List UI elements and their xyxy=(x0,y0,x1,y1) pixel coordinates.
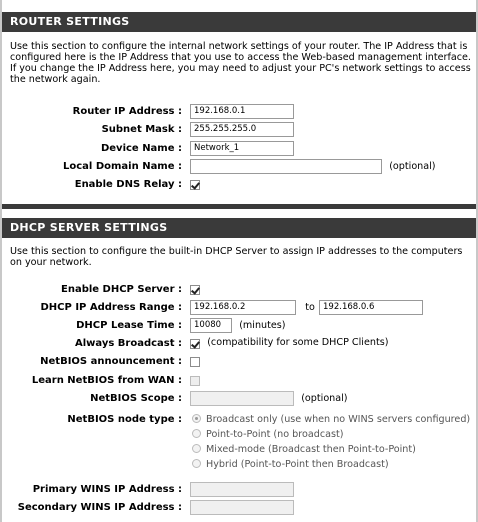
local-domain-input[interactable] xyxy=(190,159,382,174)
router-ip-row: Router IP Address : 192.168.0.1 xyxy=(0,103,478,120)
node-type-option-label: Hybrid (Point-to-Point then Broadcast) xyxy=(206,459,389,470)
lease-time-row: DHCP Lease Time : 10080 (minutes) xyxy=(0,317,478,334)
lease-time-unit: (minutes) xyxy=(239,319,286,331)
lease-time-label: DHCP Lease Time : xyxy=(76,320,182,331)
netbios-announcement-row: NetBIOS announcement : xyxy=(0,353,478,370)
router-ip-input[interactable]: 192.168.0.1 xyxy=(190,104,294,119)
enable-dhcp-checkbox[interactable] xyxy=(190,285,200,295)
learn-netbios-row: Learn NetBIOS from WAN : xyxy=(0,372,478,389)
dhcp-settings-description: Use this section to configure the built-… xyxy=(10,246,463,268)
subnet-mask-row: Subnet Mask : 255.255.255.0 xyxy=(0,121,478,138)
device-name-row: Device Name : Network_1 xyxy=(0,140,478,157)
node-type-option-label: Point-to-Point (no broadcast) xyxy=(206,429,344,440)
router-settings-description: Use this section to configure the intern… xyxy=(10,41,471,85)
primary-wins-label: Primary WINS IP Address : xyxy=(32,484,182,495)
secondary-wins-label: Secondary WINS IP Address : xyxy=(17,502,182,513)
secondary-wins-row: Secondary WINS IP Address : xyxy=(0,499,478,516)
local-domain-row: Local Domain Name : (optional) xyxy=(0,158,478,175)
router-settings-title: ROUTER SETTINGS xyxy=(10,15,130,28)
always-broadcast-row: Always Broadcast : (compatibility for so… xyxy=(0,335,478,352)
netbios-scope-label: NetBIOS Scope : xyxy=(90,393,182,404)
router-settings-header: ROUTER SETTINGS xyxy=(2,12,476,32)
netbios-scope-hint: (optional) xyxy=(301,392,348,404)
ip-range-row: DHCP IP Address Range : 192.168.0.2 to 1… xyxy=(0,299,478,316)
lease-time-input[interactable]: 10080 xyxy=(190,318,232,333)
ip-range-label: DHCP IP Address Range : xyxy=(40,302,183,313)
local-domain-hint: (optional) xyxy=(389,160,436,172)
dhcp-settings-title: DHCP SERVER SETTINGS xyxy=(10,221,168,234)
subnet-mask-input[interactable]: 255.255.255.0 xyxy=(190,122,294,137)
node-type-option-mixed[interactable]: Mixed-mode (Broadcast then Point-to-Poin… xyxy=(192,443,416,456)
node-type-option-hybrid[interactable]: Hybrid (Point-to-Point then Broadcast) xyxy=(192,458,389,471)
node-type-option-label: Mixed-mode (Broadcast then Point-to-Poin… xyxy=(206,444,416,455)
router-ip-label: Router IP Address : xyxy=(72,106,182,117)
device-name-label: Device Name : xyxy=(100,143,182,154)
secondary-wins-input[interactable] xyxy=(190,500,294,515)
ip-range-to-label: to xyxy=(305,301,315,313)
section-divider xyxy=(2,204,476,209)
enable-dhcp-label: Enable DHCP Server : xyxy=(61,284,182,295)
dns-relay-row: Enable DNS Relay : xyxy=(0,176,478,193)
node-type-option-broadcast[interactable]: Broadcast only (use when no WINS servers… xyxy=(192,413,470,426)
ip-range-start-input[interactable]: 192.168.0.2 xyxy=(190,300,296,315)
primary-wins-input[interactable] xyxy=(190,482,294,497)
radio-point-to-point[interactable] xyxy=(192,428,201,438)
primary-wins-row: Primary WINS IP Address : xyxy=(0,481,478,498)
learn-netbios-checkbox[interactable] xyxy=(190,376,200,386)
netbios-announcement-checkbox[interactable] xyxy=(190,357,200,367)
node-type-option-label: Broadcast only (use when no WINS servers… xyxy=(206,414,471,425)
radio-mixed[interactable] xyxy=(192,443,201,453)
always-broadcast-hint: (compatibility for some DHCP Clients) xyxy=(207,336,389,348)
device-name-input[interactable]: Network_1 xyxy=(190,141,294,156)
enable-dhcp-row: Enable DHCP Server : xyxy=(0,281,478,298)
subnet-mask-label: Subnet Mask : xyxy=(101,124,182,135)
dns-relay-checkbox[interactable] xyxy=(190,180,200,190)
dhcp-settings-header: DHCP SERVER SETTINGS xyxy=(2,218,476,238)
node-type-option-point-to-point[interactable]: Point-to-Point (no broadcast) xyxy=(192,428,343,441)
radio-hybrid[interactable] xyxy=(192,458,201,468)
dns-relay-label: Enable DNS Relay : xyxy=(74,179,182,190)
lan-settings-page: ROUTER SETTINGS Use this section to conf… xyxy=(0,0,478,522)
always-broadcast-label: Always Broadcast : xyxy=(74,338,182,349)
learn-netbios-label: Learn NetBIOS from WAN : xyxy=(31,375,182,386)
netbios-scope-row: NetBIOS Scope : (optional) xyxy=(0,390,478,407)
netbios-node-type-label: NetBIOS node type : xyxy=(67,414,182,425)
netbios-announcement-label: NetBIOS announcement : xyxy=(40,356,182,367)
local-domain-label: Local Domain Name : xyxy=(63,161,182,172)
ip-range-end-input[interactable]: 192.168.0.6 xyxy=(319,300,424,315)
always-broadcast-checkbox[interactable] xyxy=(190,339,200,349)
netbios-scope-input[interactable] xyxy=(190,391,294,406)
radio-broadcast[interactable] xyxy=(192,413,201,423)
